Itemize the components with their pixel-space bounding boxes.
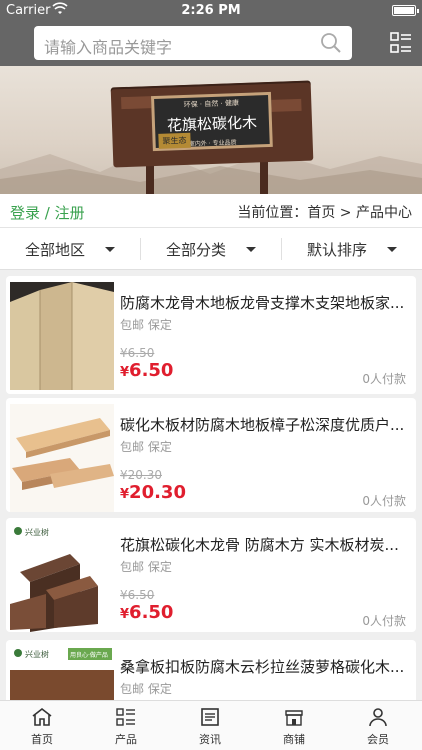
auth-links: 登录 / 注册 <box>10 202 85 223</box>
battery-icon <box>392 5 419 16</box>
tab-news-label: 资讯 <box>199 733 221 746</box>
store-icon <box>285 710 303 726</box>
product-original-price: ¥20.30 <box>120 468 162 482</box>
login-link[interactable]: 登录 <box>10 204 40 222</box>
price-currency: ¥ <box>120 607 130 622</box>
product-title[interactable]: 碳化木板材防腐木地板樟子松深度优质户... <box>120 414 410 435</box>
filter-sort[interactable]: 默认排序 <box>282 228 422 270</box>
chevron-down-icon <box>105 246 115 252</box>
brand-slogan: 用良心·做产品 <box>70 651 108 659</box>
price-value: 6.50 <box>129 602 174 623</box>
filter-bar: 全部地区 全部分类 默认排序 <box>0 228 422 270</box>
price-value: 6.50 <box>129 360 174 381</box>
sign-plank-left <box>121 96 152 110</box>
product-original-price: ¥6.50 <box>120 588 155 602</box>
search-header: 请输入商品关键字 <box>0 22 422 66</box>
tab-products-label: 产品 <box>115 733 137 746</box>
tab-shops[interactable]: 商铺 <box>252 701 336 750</box>
product-tags: 包邮 保定 <box>120 318 172 332</box>
product-tags: 包邮 保定 <box>120 682 172 696</box>
price-value: 20.30 <box>129 482 186 503</box>
sign-plank-right <box>271 98 302 112</box>
product-card[interactable]: 防腐木龙骨木地板龙骨支撑木支架地板家... 包邮 保定 ¥6.50 ¥6.50 … <box>6 276 416 394</box>
product-card[interactable]: 碳化木板材防腐木地板樟子松深度优质户... 包邮 保定 ¥20.30 ¥20.3… <box>6 398 416 512</box>
search-input[interactable]: 请输入商品关键字 <box>34 26 352 60</box>
filter-region-label: 全部地区 <box>24 240 85 259</box>
brand-logo-text: 兴业树 <box>25 527 49 537</box>
product-tags: 包邮 保定 <box>120 440 172 454</box>
status-bar: Carrier 2:26 PM <box>0 0 422 22</box>
tab-products[interactable]: 产品 <box>84 701 168 750</box>
home-icon <box>32 707 52 726</box>
price-currency: ¥ <box>120 365 130 380</box>
tab-shops-label: 商铺 <box>283 733 305 746</box>
filter-sort-label: 默认排序 <box>306 240 367 259</box>
banner-badge: 聚生态 <box>158 132 191 149</box>
product-price: ¥20.30 <box>120 482 186 503</box>
price-currency: ¥ <box>120 487 130 502</box>
tab-member[interactable]: 会员 <box>336 701 420 750</box>
auth-separator: / <box>44 204 50 222</box>
bottom-tab-bar: 首页 产品 资讯 商铺 会员 <box>0 700 422 750</box>
user-icon <box>369 708 387 727</box>
tab-member-label: 会员 <box>367 733 389 746</box>
banner-top-text: 环保 · 自然 · 健康 <box>183 99 240 109</box>
product-image <box>10 282 114 390</box>
brand-logo-text: 兴业树 <box>25 649 49 659</box>
search-icon[interactable] <box>320 32 342 54</box>
info-bar: 登录 / 注册 当前位置：首页 > 产品中心 <box>0 194 422 228</box>
filter-category-label: 全部分类 <box>165 240 226 259</box>
product-title[interactable]: 桑拿板扣板防腐木云杉拉丝菠萝格碳化木... <box>120 656 410 677</box>
product-price: ¥6.50 <box>120 360 173 381</box>
filter-category[interactable]: 全部分类 <box>141 228 281 270</box>
app-root: Carrier 2:26 PM 请输入商品关键字 环保 · 自然 · 健康 花旗… <box>0 0 422 750</box>
tab-home-label: 首页 <box>31 733 53 746</box>
chevron-down-icon <box>387 246 397 252</box>
clock-label: 2:26 PM <box>181 3 241 18</box>
product-image <box>10 404 114 512</box>
breadcrumb: 当前位置：首页 > 产品中心 <box>237 205 412 221</box>
product-sales-count: 0人付款 <box>362 614 406 628</box>
news-icon <box>201 708 219 726</box>
product-sales-count: 0人付款 <box>362 494 406 508</box>
search-placeholder: 请输入商品关键字 <box>44 38 173 57</box>
wooden-sign: 环保 · 自然 · 健康 花旗松碳化木 室内外 · 专业品质 聚生态 <box>110 80 314 168</box>
tab-home[interactable]: 首页 <box>0 701 84 750</box>
register-link[interactable]: 注册 <box>55 204 85 222</box>
product-image: 兴业树 <box>10 524 114 632</box>
filter-region[interactable]: 全部地区 <box>0 228 140 270</box>
product-tags: 包邮 保定 <box>120 560 172 574</box>
product-price: ¥6.50 <box>120 602 173 623</box>
product-card[interactable]: 兴业树 花旗松碳化木龙骨 防腐木方 实木板材炭... 包邮 保定 ¥6.50 ¥… <box>6 518 416 632</box>
grid-list-icon <box>116 708 135 726</box>
category-menu-icon[interactable] <box>390 32 412 54</box>
chevron-down-icon <box>246 246 256 252</box>
product-sales-count: 0人付款 <box>362 372 406 386</box>
promo-banner[interactable]: 环保 · 自然 · 健康 花旗松碳化木 室内外 · 专业品质 聚生态 <box>0 66 422 194</box>
banner-title: 花旗松碳化木 <box>166 113 258 135</box>
tab-news[interactable]: 资讯 <box>168 701 252 750</box>
product-title[interactable]: 防腐木龙骨木地板龙骨支撑木支架地板家... <box>120 292 410 313</box>
product-original-price: ¥6.50 <box>120 346 155 360</box>
product-title[interactable]: 花旗松碳化木龙骨 防腐木方 实木板材炭... <box>120 534 410 555</box>
